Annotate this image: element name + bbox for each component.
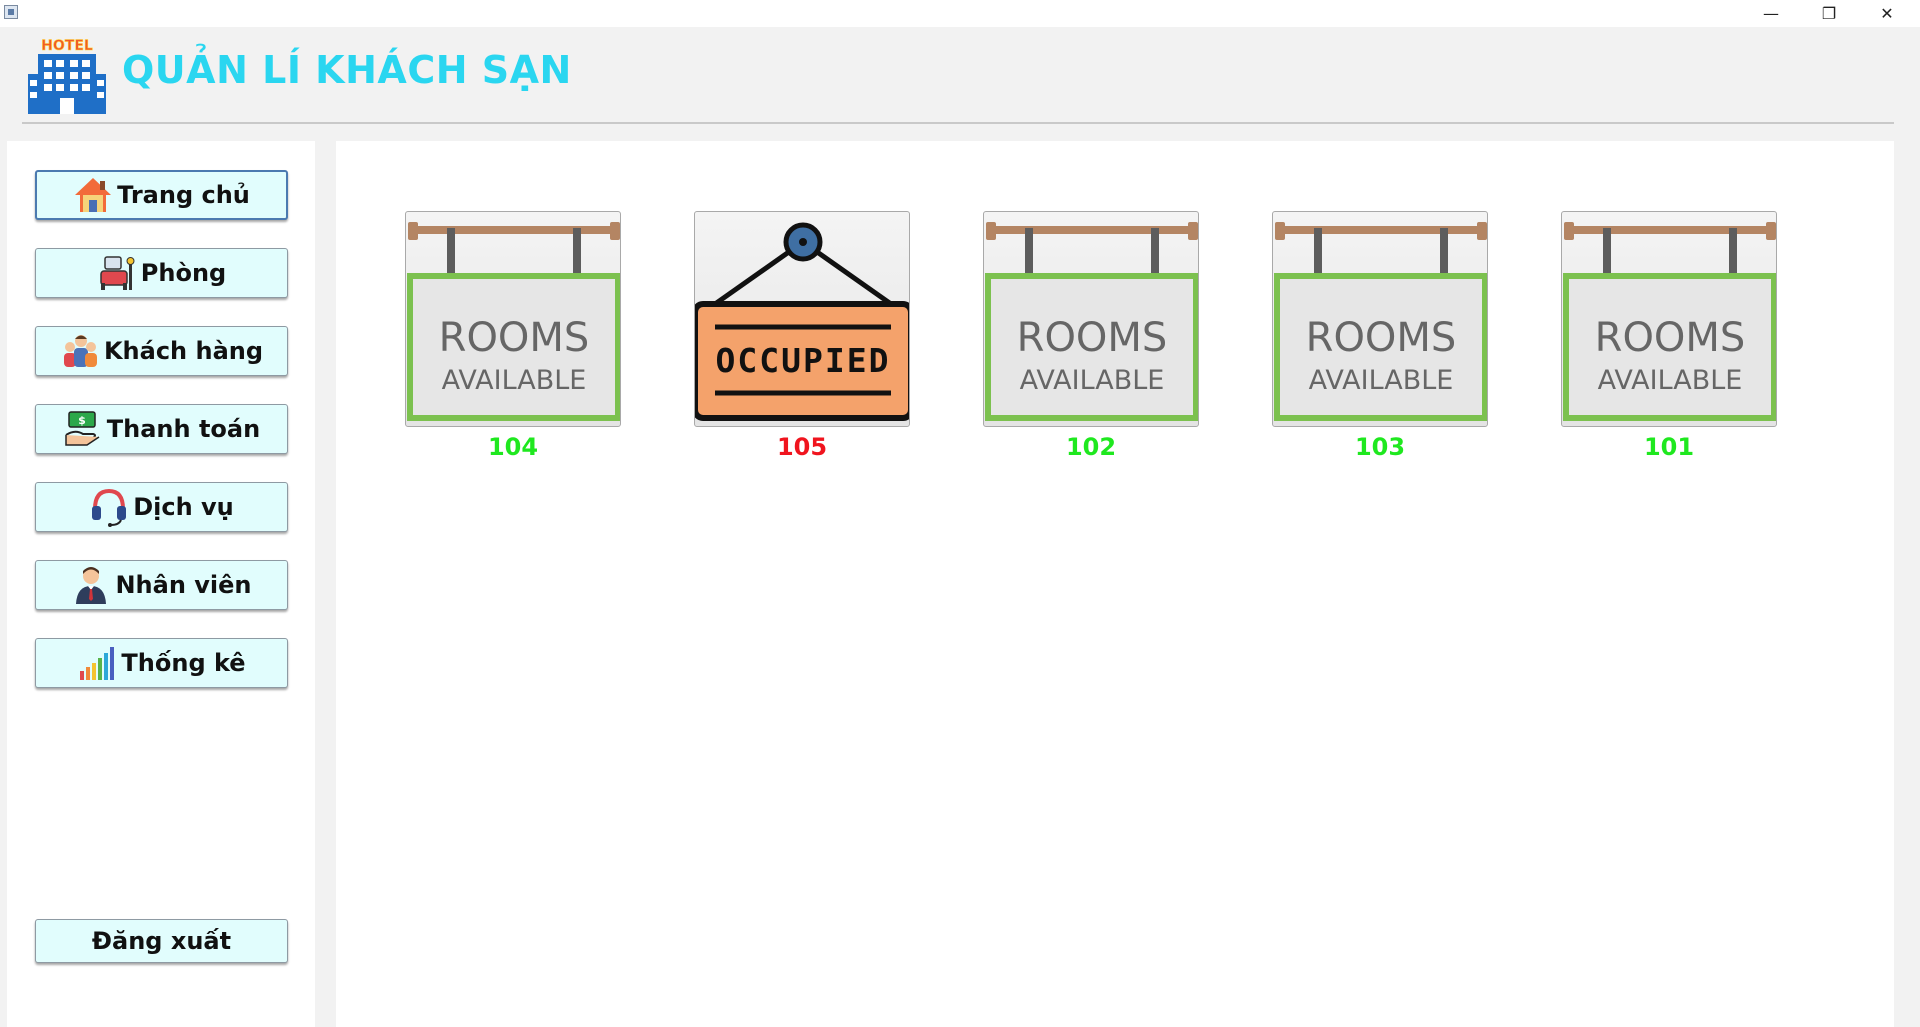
logout-button[interactable]: Đăng xuất xyxy=(35,919,288,963)
app-title: QUẢN LÍ KHÁCH SẠN xyxy=(122,48,572,92)
nav-thong-ke-button[interactable]: Thống kê xyxy=(35,638,288,688)
nav-khach-hang-label: Khách hàng xyxy=(103,337,264,365)
rooms-available-sign-icon[interactable]: ROOMS AVAILABLE xyxy=(405,211,621,427)
java-app-icon xyxy=(4,5,18,19)
room-tile[interactable]: ROOMS AVAILABLE 104 xyxy=(405,211,621,471)
logout-label: Đăng xuất xyxy=(91,927,232,955)
room-tile[interactable]: ROOMS AVAILABLE 103 xyxy=(1272,211,1488,471)
room-number: 102 xyxy=(1065,433,1117,461)
nav-thong-ke-label: Thống kê xyxy=(121,649,246,677)
nav-trang-chu-label: Trang chủ xyxy=(117,181,250,209)
headset-icon xyxy=(89,487,129,527)
employee-icon xyxy=(71,565,111,605)
nav-thanh-toan-button[interactable]: $ Thanh toán xyxy=(35,404,288,454)
nav-dich-vu-label: Dịch vụ xyxy=(133,493,234,521)
room-icon xyxy=(97,253,137,293)
nav-dich-vu-button[interactable]: Dịch vụ xyxy=(35,482,288,532)
room-grid-panel: ROOMS AVAILABLE 104 OCCUPIED 105 ROOMS A… xyxy=(336,141,1894,1027)
nav-khach-hang-button[interactable]: Khách hàng xyxy=(35,326,288,376)
room-number: 103 xyxy=(1354,433,1406,461)
room-number: 105 xyxy=(776,433,828,461)
hotel-logo-icon: HOTEL xyxy=(26,34,108,116)
rooms-available-sign-icon[interactable]: ROOMS AVAILABLE xyxy=(1272,211,1488,427)
close-button[interactable]: ✕ xyxy=(1858,0,1916,27)
header-divider xyxy=(22,122,1894,124)
nav-phong-button[interactable]: Phòng xyxy=(35,248,288,298)
customers-icon xyxy=(60,331,100,371)
rooms-available-sign-icon[interactable]: ROOMS AVAILABLE xyxy=(983,211,1199,427)
payment-icon: $ xyxy=(63,409,103,449)
svg-text:AVAILABLE: AVAILABLE xyxy=(1309,365,1454,396)
chart-icon xyxy=(77,643,117,683)
room-number: 101 xyxy=(1643,433,1695,461)
svg-text:$: $ xyxy=(78,414,86,427)
nav-trang-chu-button[interactable]: Trang chủ xyxy=(35,170,288,220)
room-tile[interactable]: OCCUPIED 105 xyxy=(694,211,910,471)
nav-phong-label: Phòng xyxy=(140,259,227,287)
svg-text:OCCUPIED: OCCUPIED xyxy=(716,341,891,380)
room-tile[interactable]: ROOMS AVAILABLE 101 xyxy=(1561,211,1777,471)
occupied-sign-icon[interactable]: OCCUPIED xyxy=(694,211,910,427)
minimize-button[interactable]: — xyxy=(1742,0,1800,27)
svg-text:ROOMS: ROOMS xyxy=(1306,315,1457,361)
room-tile[interactable]: ROOMS AVAILABLE 102 xyxy=(983,211,1199,471)
svg-text:AVAILABLE: AVAILABLE xyxy=(442,365,587,396)
sidebar: Trang chủ Phòng Khách hàng $ Thanh toán … xyxy=(7,141,315,1027)
nav-nhan-vien-label: Nhân viên xyxy=(115,571,252,599)
svg-text:ROOMS: ROOMS xyxy=(1017,315,1168,361)
window-titlebar: — ❐ ✕ xyxy=(0,0,1920,27)
svg-text:AVAILABLE: AVAILABLE xyxy=(1020,365,1165,396)
nav-nhan-vien-button[interactable]: Nhân viên xyxy=(35,560,288,610)
restore-button[interactable]: ❐ xyxy=(1800,0,1858,27)
room-number: 104 xyxy=(487,433,539,461)
nav-thanh-toan-label: Thanh toán xyxy=(106,415,261,443)
svg-text:ROOMS: ROOMS xyxy=(1595,315,1746,361)
svg-text:ROOMS: ROOMS xyxy=(439,315,590,361)
svg-text:AVAILABLE: AVAILABLE xyxy=(1598,365,1743,396)
house-icon xyxy=(73,175,113,215)
rooms-available-sign-icon[interactable]: ROOMS AVAILABLE xyxy=(1561,211,1777,427)
logo-text: HOTEL xyxy=(41,38,93,54)
